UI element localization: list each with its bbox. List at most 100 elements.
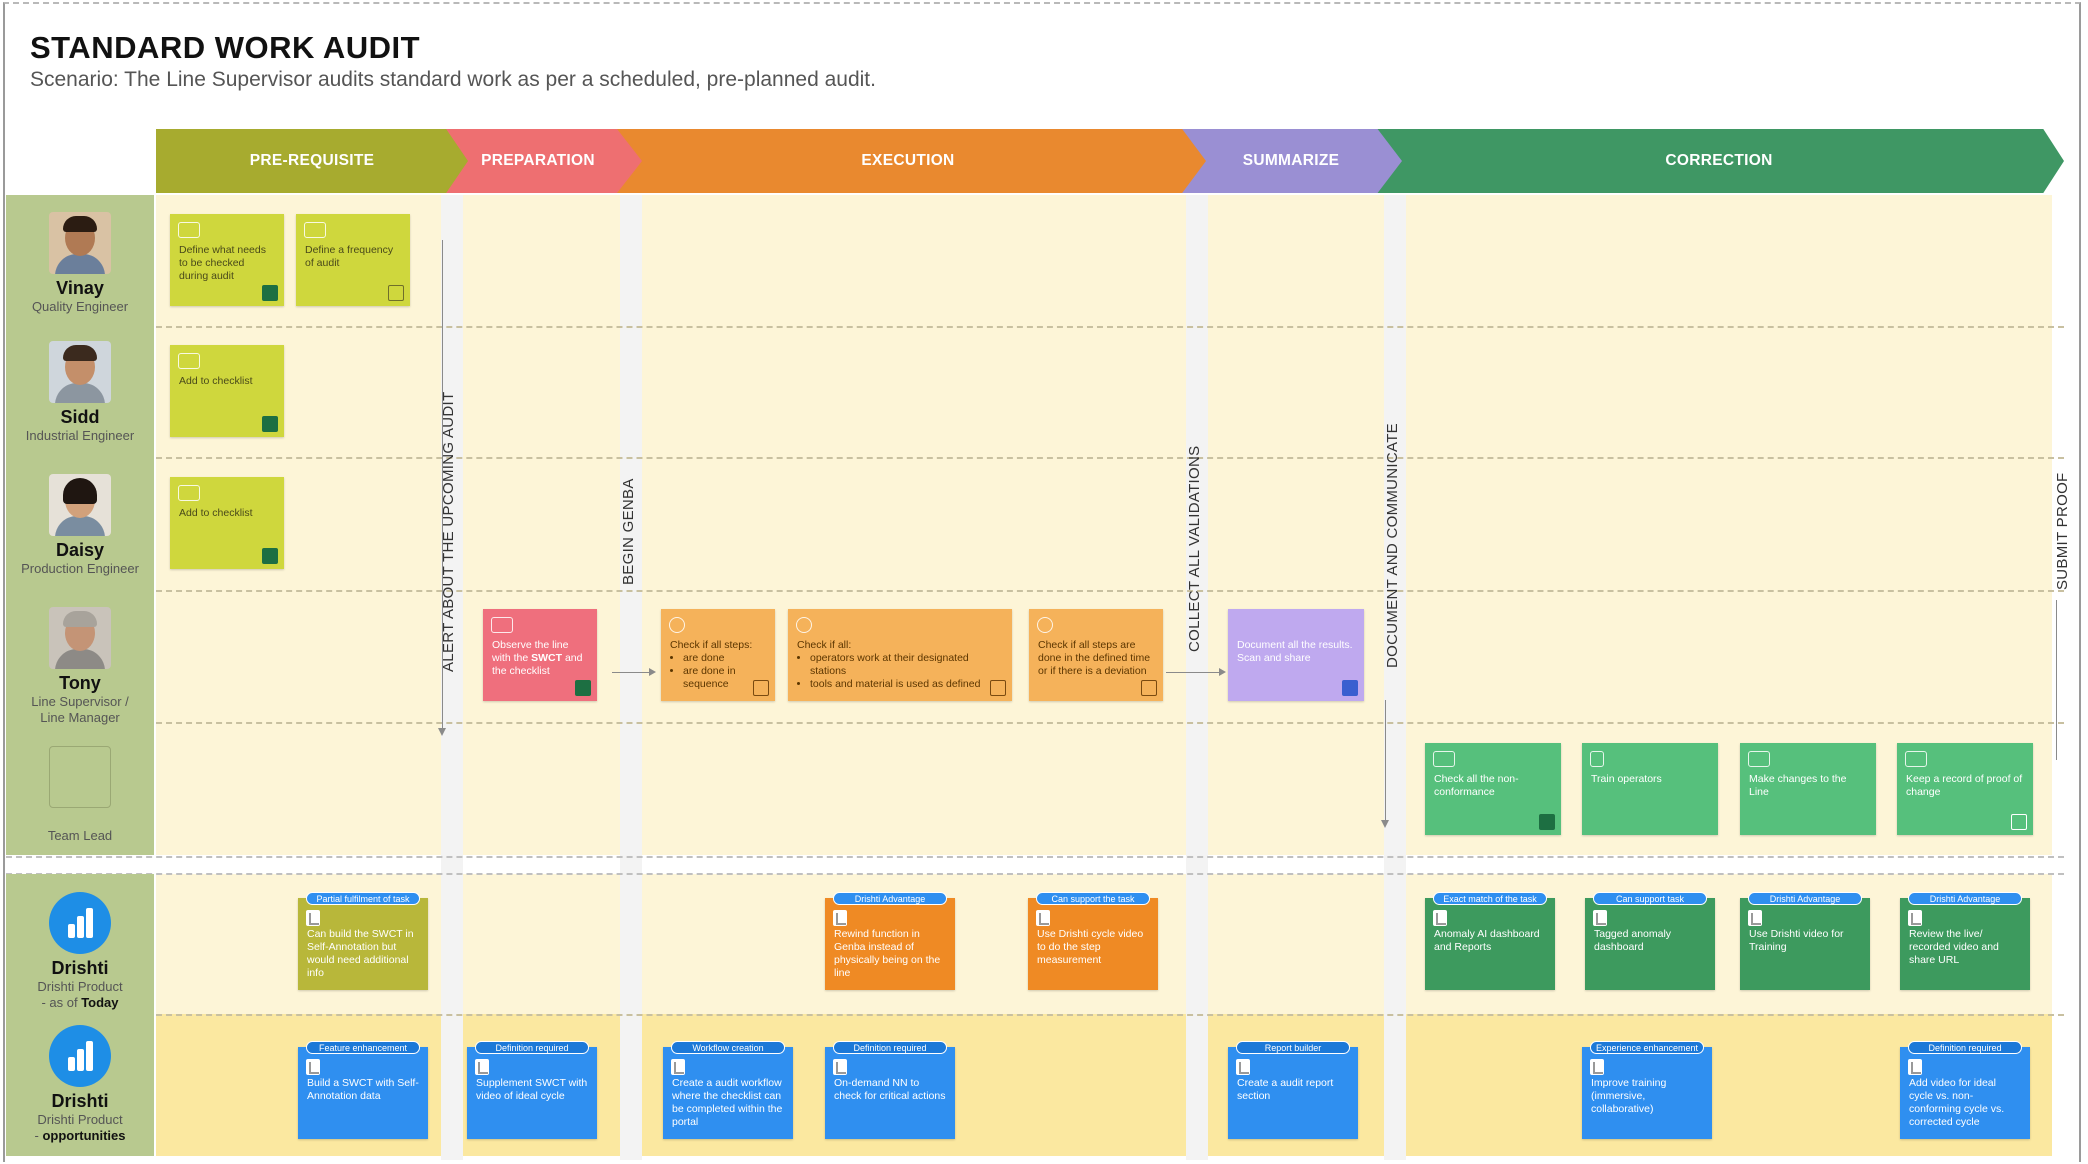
persona-name: Daisy — [55, 540, 105, 560]
phase-prerequisite: PRE-REQUISITE — [156, 129, 468, 193]
opportunity-card[interactable]: Experience enhancement Improve training … — [1582, 1041, 1712, 1139]
card-observe-line[interactable]: Observe the line with the SWCT and the c… — [483, 609, 597, 701]
excel-icon — [1539, 814, 1555, 830]
mail-icon — [1342, 680, 1358, 696]
persona-name: Vinay — [56, 278, 104, 298]
product-line2: - as of Today — [41, 995, 119, 1010]
document-icon — [833, 910, 847, 926]
persona-name: Sidd — [60, 407, 100, 427]
phase-execution: EXECUTION — [610, 129, 1206, 193]
card-tag: Drishti Advantage — [833, 892, 947, 905]
today-card[interactable]: Can support task Tagged anomaly dashboar… — [1585, 892, 1715, 990]
phase-correction: CORRECTION — [1374, 129, 2064, 193]
product-name: Drishti — [51, 958, 109, 978]
persona-sidd: Sidd Industrial Engineer — [6, 341, 154, 444]
opportunity-card[interactable]: Definition required On-demand NN to chec… — [825, 1041, 955, 1139]
persona-name: Tony — [59, 673, 101, 693]
phase-summarize: SUMMARIZE — [1180, 129, 1402, 193]
excel-icon — [262, 548, 278, 564]
today-card[interactable]: Drishti Advantage Review the live/ recor… — [1900, 892, 2030, 990]
persona-role: Production Engineer — [21, 561, 139, 576]
connector-arrow — [612, 668, 656, 676]
opportunity-card[interactable]: Workflow creation Create a audit workflo… — [663, 1041, 793, 1139]
card-check-nonconformance[interactable]: Check all the non-conformance — [1425, 743, 1561, 835]
lane-divider — [156, 1014, 2064, 1016]
card-tag: Drishti Advantage — [1748, 892, 1862, 905]
card-check-time[interactable]: Check if all steps are done in the defin… — [1029, 609, 1163, 701]
opportunity-card[interactable]: Report builder Create a audit report sec… — [1228, 1041, 1358, 1139]
connector-arrow — [1166, 668, 1226, 676]
swct-icon — [1748, 751, 1770, 767]
page-title: STANDARD WORK AUDIT — [30, 30, 421, 65]
card-tag: Exact match of the task — [1433, 892, 1547, 905]
avatar — [49, 212, 111, 274]
card-tag: Drishti Advantage — [1908, 892, 2022, 905]
card-define-checks[interactable]: Define what needs to be checked during a… — [170, 214, 284, 306]
clipboard-icon — [753, 680, 769, 696]
document-icon — [1433, 910, 1447, 926]
card-tag: Definition required — [1908, 1041, 2022, 1054]
checklist-icon — [178, 353, 200, 369]
product-name: Drishti — [51, 1091, 109, 1111]
clipboard-icon — [1141, 680, 1157, 696]
card-tag: Report builder — [1236, 1041, 1350, 1054]
document-icon — [1908, 910, 1922, 926]
checklist-icon — [178, 222, 200, 238]
document-icon — [833, 1059, 847, 1075]
transition-submit-proof: SUBMIT PROOF — [2054, 472, 2071, 591]
document-icon — [1236, 1059, 1250, 1075]
document-icon — [475, 1059, 489, 1075]
avatar-placeholder — [49, 746, 111, 808]
excel-icon — [262, 285, 278, 301]
card-make-changes[interactable]: Make changes to the Line — [1740, 743, 1876, 835]
card-tag: Workflow creation — [671, 1041, 785, 1054]
persona-role: Industrial Engineer — [25, 428, 135, 443]
product-line1: Drishti Product — [37, 1112, 123, 1127]
persona-tony: Tony Line Supervisor / Line Manager — [6, 607, 154, 726]
card-train-operators[interactable]: Train operators — [1582, 743, 1718, 835]
card-tag: Can support the task — [1036, 892, 1150, 905]
card-keep-record[interactable]: Keep a record of proof of change — [1897, 743, 2033, 835]
persona-vinay: Vinay Quality Engineer — [6, 212, 154, 315]
opportunity-card[interactable]: Feature enhancement Build a SWCT with Se… — [298, 1041, 428, 1139]
card-tag: Experience enhancement — [1590, 1041, 1704, 1054]
calendar-icon — [388, 285, 404, 301]
folder-icon — [1905, 751, 1927, 767]
section-divider — [6, 873, 2064, 875]
today-card[interactable]: Partial fulfilment of task Can build the… — [298, 892, 428, 990]
page-subtitle: Scenario: The Line Supervisor audits sta… — [30, 68, 876, 91]
persona-team-lead: Team Lead — [6, 746, 154, 844]
avatar — [49, 341, 111, 403]
card-document-results[interactable]: Document all the results. Scan and share — [1228, 609, 1364, 701]
clipboard-icon — [990, 680, 1006, 696]
swct-icon — [491, 617, 513, 633]
transition-collect: COLLECT ALL VALIDATIONS — [1186, 445, 1203, 652]
drishti-logo-icon — [49, 892, 111, 954]
transition-genba: BEGIN GENBA — [620, 478, 637, 585]
card-check-steps[interactable]: Check if all steps: are doneare done in … — [661, 609, 775, 701]
connector-line — [1381, 700, 1389, 828]
today-card[interactable]: Drishti Advantage Use Drishti video for … — [1740, 892, 1870, 990]
card-sidd-checklist[interactable]: Add to checklist — [170, 345, 284, 437]
card-check-operators[interactable]: Check if all: operators work at their de… — [788, 609, 1012, 701]
product-line1: Drishti Product — [37, 979, 123, 994]
today-card[interactable]: Drishti Advantage Rewind function in Gen… — [825, 892, 955, 990]
card-tag: Definition required — [475, 1041, 589, 1054]
today-card[interactable]: Exact match of the task Anomaly AI dashb… — [1425, 892, 1555, 990]
product-today: Drishti Drishti Product - as of Today — [6, 892, 154, 1011]
search-icon — [796, 617, 812, 633]
search-icon — [669, 617, 685, 633]
card-tag: Partial fulfilment of task — [306, 892, 420, 905]
today-card[interactable]: Can support the task Use Drishti cycle v… — [1028, 892, 1158, 990]
card-daisy-checklist[interactable]: Add to checklist — [170, 477, 284, 569]
persona-daisy: Daisy Production Engineer — [6, 474, 154, 577]
card-define-frequency[interactable]: Define a frequency of audit — [296, 214, 410, 306]
document-icon — [306, 910, 320, 926]
persona-role: Team Lead — [47, 828, 113, 843]
excel-icon — [575, 680, 591, 696]
opportunity-card[interactable]: Definition required Add video for ideal … — [1900, 1041, 2030, 1139]
card-tag: Feature enhancement — [306, 1041, 420, 1054]
search-icon — [1037, 617, 1053, 633]
opportunity-card[interactable]: Definition required Supplement SWCT with… — [467, 1041, 597, 1139]
card-tag: Definition required — [833, 1041, 947, 1054]
